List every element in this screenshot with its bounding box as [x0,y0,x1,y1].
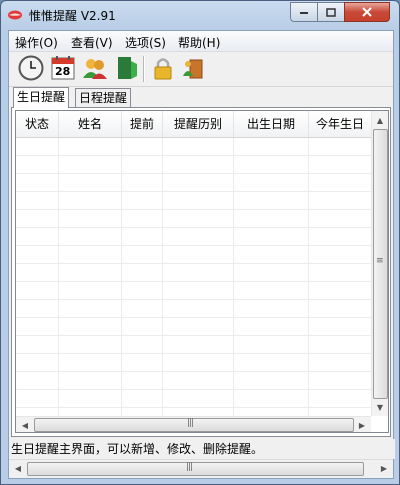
guardian-icon [183,59,203,79]
scroll-left-arrow[interactable]: ◀ [17,417,33,432]
guardian-button[interactable] [179,54,207,82]
maximize-icon [326,7,336,17]
grid-line [16,155,371,156]
exit-door-icon [118,57,137,79]
minimize-button[interactable] [290,2,318,22]
maximize-button[interactable] [317,2,345,22]
col-birthday-this-year[interactable]: 今年生日 [309,111,371,137]
horizontal-scroll-thumb[interactable]: ||| [27,462,364,476]
clock-icon [18,55,44,81]
tab-birthday[interactable]: 生日提醒 [13,87,70,108]
toolbar-separator [143,56,145,82]
calendar-day: 28 [55,65,71,78]
client-area: 操作(O) 查看(V) 选项(S) 帮助(H) 28 生日提醒 日程提醒 状态 … [8,30,395,479]
grip-icon: ||| [187,418,194,428]
scroll-right-arrow[interactable]: ▶ [354,417,370,432]
col-calendar-type[interactable]: 提醒历别 [163,111,234,137]
users-button[interactable] [81,54,109,82]
grid-line [16,245,371,246]
window-horizontal-scrollbar[interactable]: ◀ ||| ▶ [9,459,393,477]
grip-icon: ||| [186,462,193,472]
status-bar: 生日提醒主界面，可以新增、修改、删除提醒。 [9,439,395,459]
grid-line [233,138,234,418]
grid-line [16,191,371,192]
scroll-left-arrow[interactable]: ◀ [10,460,26,476]
tab-panel: 状态 姓名 提前 提醒历别 出生日期 今年生日 ▲ ≡ ▼ ◀ ||| ▶ [11,107,391,437]
horizontal-scroll-thumb[interactable]: ||| [34,418,354,432]
close-button[interactable] [344,2,390,22]
grid-line [16,353,371,354]
users-icon [83,59,107,79]
list-horizontal-scrollbar[interactable]: ◀ ||| ▶ [16,416,371,432]
grid-line [16,281,371,282]
col-advance[interactable]: 提前 [122,111,163,137]
title-bar[interactable]: 惟惟提醒 V2.91 [1,1,399,29]
vertical-scroll-thumb[interactable]: ≡ [373,129,388,399]
list-header: 状态 姓名 提前 提醒历别 出生日期 今年生日 [16,111,371,138]
menu-help[interactable]: 帮助(H) [178,34,220,51]
clock-button[interactable] [17,54,45,82]
menu-bar: 操作(O) 查看(V) 选项(S) 帮助(H) [9,31,393,52]
grid-line [16,389,371,390]
main-window: 惟惟提醒 V2.91 操作(O) 查看(V) 选项(S) 帮助(H) 28 生日… [0,0,400,485]
tab-strip: 生日提醒 日程提醒 [9,87,393,108]
grid-line [16,173,371,174]
grid-line [16,371,371,372]
list-vertical-scrollbar[interactable]: ▲ ≡ ▼ [371,111,388,416]
grid-line [121,138,122,418]
grid-line [16,407,371,408]
close-icon [362,7,372,17]
birthday-list[interactable]: 状态 姓名 提前 提醒历别 出生日期 今年生日 ▲ ≡ ▼ ◀ ||| ▶ [15,110,389,433]
lock-icon [154,58,172,80]
scroll-up-arrow[interactable]: ▲ [372,112,388,128]
grid-line [58,138,59,418]
minimize-icon [300,12,308,14]
grip-icon: ≡ [376,256,383,266]
calendar-button[interactable]: 28 [49,54,77,82]
menu-options[interactable]: 选项(S) [125,34,166,51]
lips-icon [7,7,23,23]
menu-view[interactable]: 查看(V) [71,34,113,51]
lock-button[interactable] [149,54,177,82]
window-title: 惟惟提醒 V2.91 [29,9,116,23]
menu-operation[interactable]: 操作(O) [15,34,58,51]
grid-line [162,138,163,418]
scroll-down-arrow[interactable]: ▼ [372,399,388,415]
scroll-right-arrow[interactable]: ▶ [376,460,392,476]
grid-line [16,335,371,336]
grid-line [308,138,309,418]
grid-line [16,263,371,264]
toolbar: 28 [9,52,393,87]
col-name[interactable]: 姓名 [59,111,122,137]
grid-line [16,227,371,228]
col-status[interactable]: 状态 [16,111,59,137]
grid-line [16,317,371,318]
col-birth-date[interactable]: 出生日期 [234,111,309,137]
exit-button[interactable] [113,54,141,82]
tab-schedule[interactable]: 日程提醒 [75,88,132,107]
grid-line [16,209,371,210]
grid-line [16,299,371,300]
